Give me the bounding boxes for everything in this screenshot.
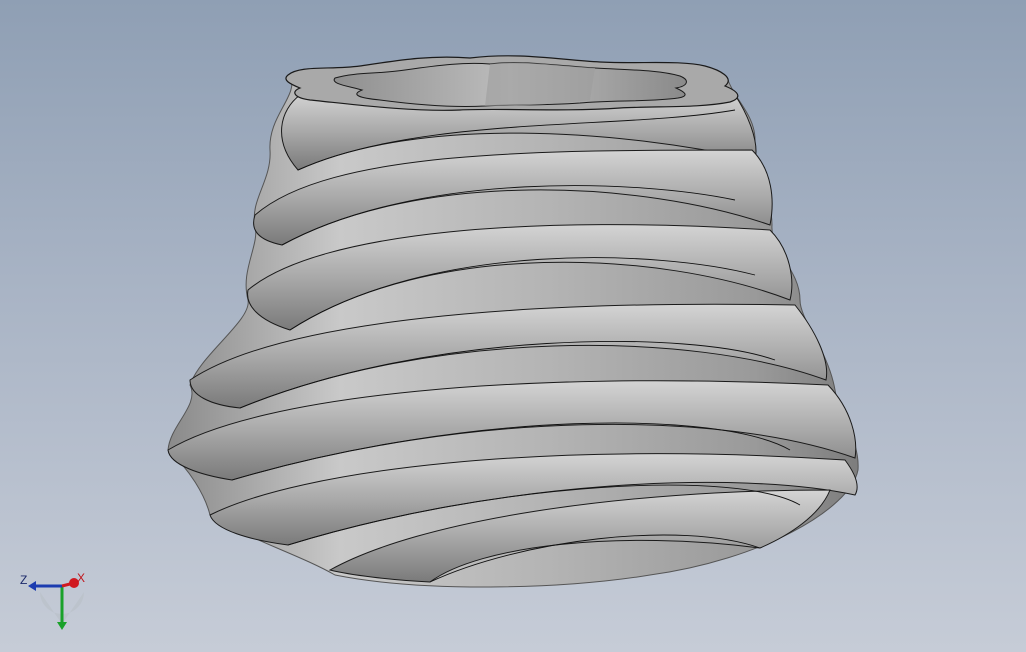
twisted-vase-model[interactable] <box>0 0 1026 652</box>
x-axis-label: X <box>77 571 86 585</box>
z-axis-label: Z <box>20 573 28 587</box>
3d-viewport[interactable]: Z X <box>0 0 1026 652</box>
orientation-triad[interactable]: Z X <box>14 568 94 634</box>
